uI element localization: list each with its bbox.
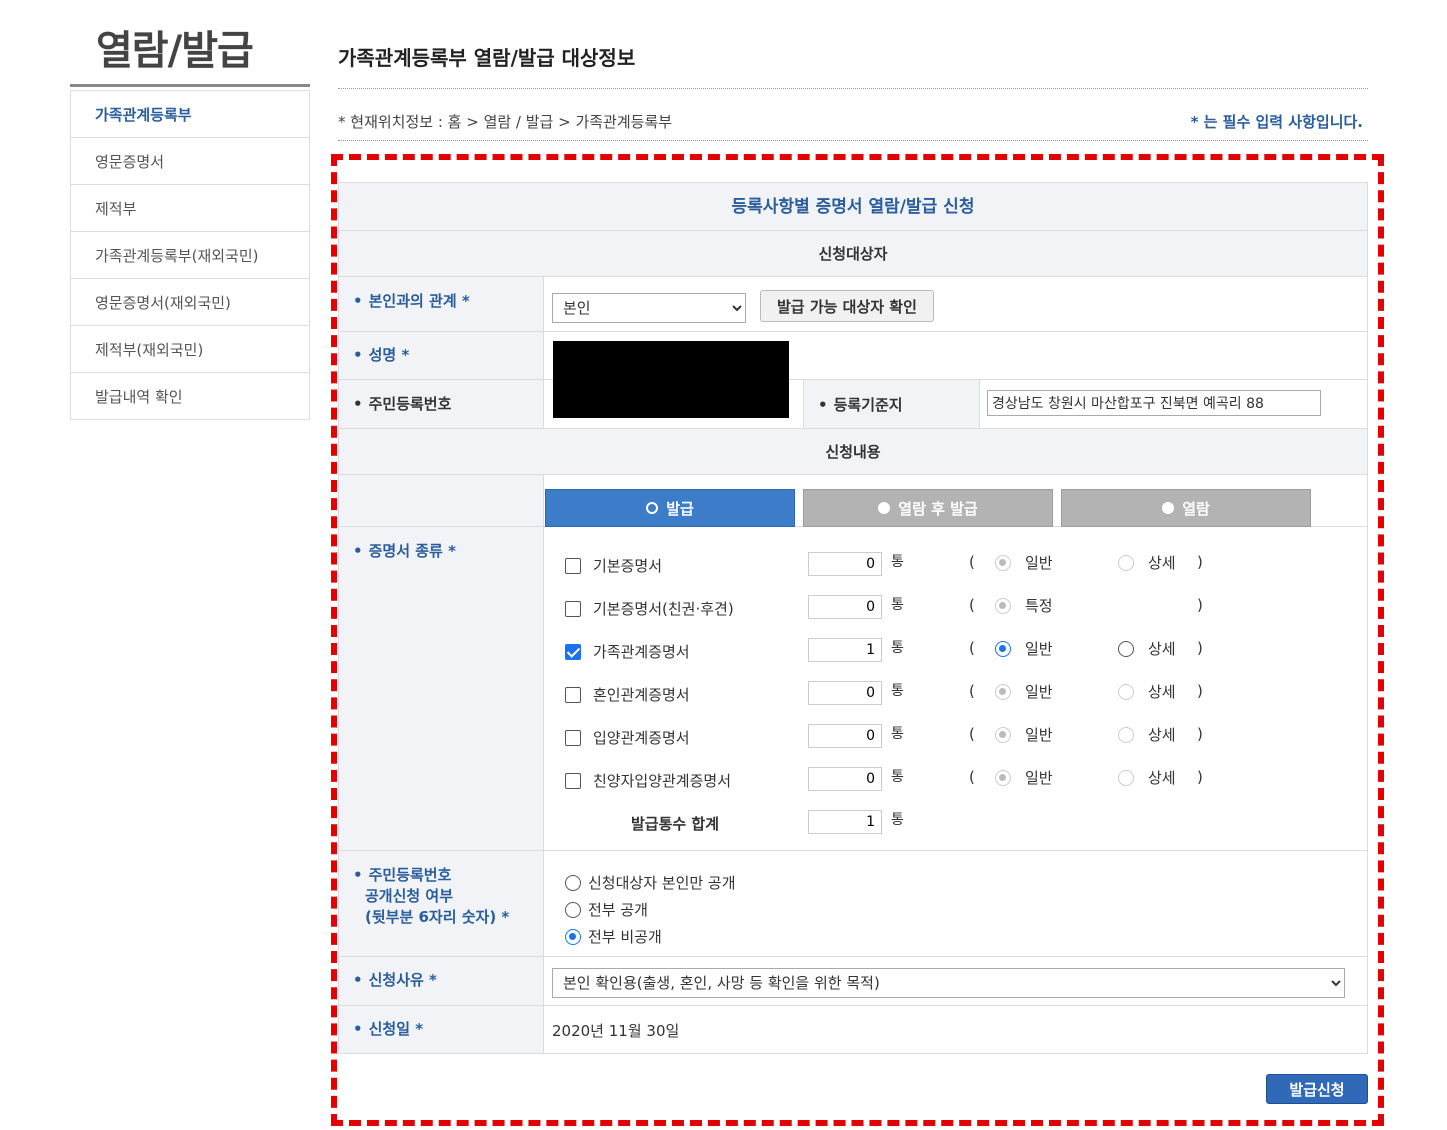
page-title: 가족관계등록부 열람/발급 대상정보 [338,46,636,70]
sidebar-title: 열람/발급 [96,28,254,74]
sidebar-menu: 가족관계등록부 영문증명서 제적부 가족관계등록부(재외국민) 영문증명서(재외… [70,90,310,420]
breadcrumb: * 현재위치정보 : 홈 > 열람 / 발급 > 가족관계등록부 [338,113,673,131]
sidebar-item-issue-history[interactable]: 발급내역 확인 [71,373,309,420]
sidebar-item-english-cert-overseas[interactable]: 영문증명서(재외국민) [71,279,309,326]
divider [338,88,1368,89]
sidebar-item-removed-register-overseas[interactable]: 제적부(재외국민) [71,326,309,373]
sidebar-item-english-cert[interactable]: 영문증명서 [71,138,309,185]
sidebar-item-removed-register[interactable]: 제적부 [71,185,309,232]
sidebar-item-family-register-overseas[interactable]: 가족관계등록부(재외국민) [71,232,309,279]
required-note: * 는 필수 입력 사항입니다. [1190,113,1363,131]
highlight-frame [331,154,1384,1126]
sidebar-item-family-register[interactable]: 가족관계등록부 [71,91,309,138]
sidebar-divider [70,84,310,87]
divider [338,140,1368,141]
